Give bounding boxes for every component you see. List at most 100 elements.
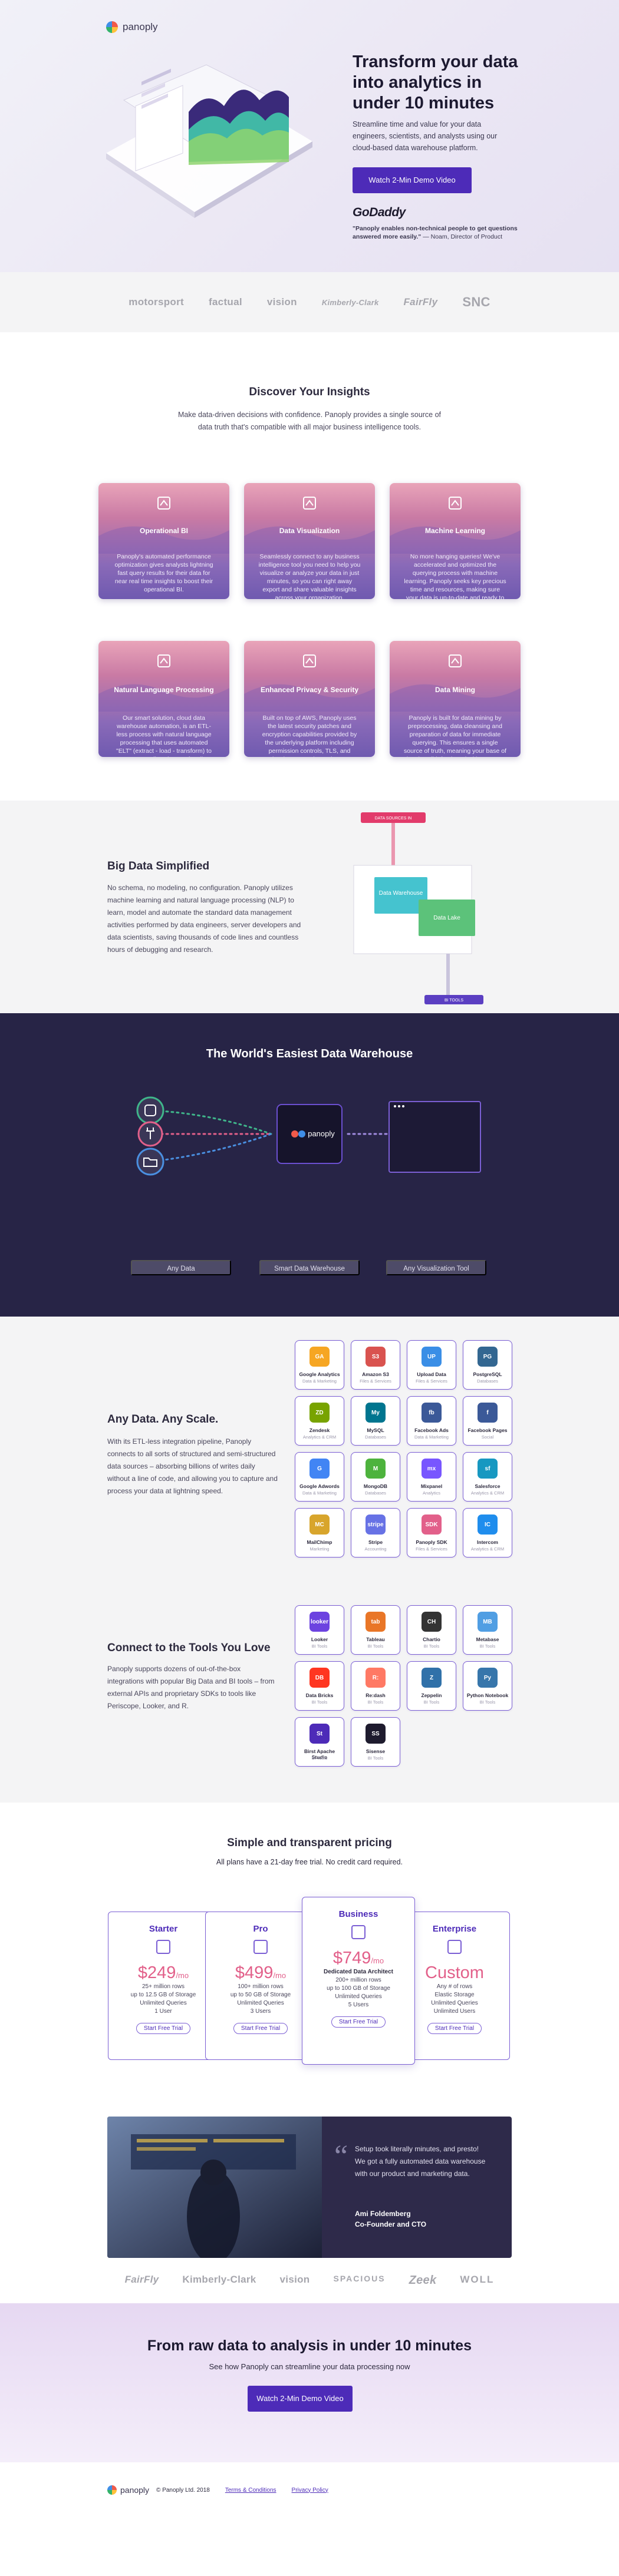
integration-logo-icon: ZD xyxy=(310,1403,330,1423)
customer-logo: FairFly xyxy=(403,296,438,307)
integration-tile[interactable]: MC MailChimp Marketing xyxy=(295,1508,344,1557)
integration-tile[interactable]: R: Re:dash BI Tools xyxy=(351,1661,400,1711)
feature-card-text: Seamlessly connect to any business intel… xyxy=(258,553,361,599)
integration-tile[interactable]: SDK Panoply SDK Files & Services xyxy=(407,1508,456,1557)
integration-tile[interactable]: My MySQL Databases xyxy=(351,1396,400,1446)
integration-logo-icon: G xyxy=(310,1459,330,1479)
integration-tile[interactable]: stripe Stripe Accounting xyxy=(351,1508,400,1557)
terms-link[interactable]: Terms & Conditions xyxy=(225,2487,276,2494)
integration-tile[interactable]: G Google Adwords Data & Marketing xyxy=(295,1452,344,1502)
start-free-trial-button[interactable]: Start Free Trial xyxy=(233,2023,288,2034)
integration-logo-icon: CH xyxy=(422,1612,442,1632)
plan-price: $249/mo xyxy=(108,1963,218,1983)
any-data-button[interactable]: Any Data xyxy=(131,1260,231,1275)
copyright: © Panoply Ltd. 2018 xyxy=(156,2486,210,2494)
integration-tile[interactable]: MB Metabase BI Tools xyxy=(463,1605,512,1655)
start-free-trial-button[interactable]: Start Free Trial xyxy=(427,2023,482,2034)
integration-tile[interactable]: tab Tableau BI Tools xyxy=(351,1605,400,1655)
integration-logo-icon: S3 xyxy=(366,1347,386,1367)
any-data-title: Any Data. Any Scale. xyxy=(107,1413,219,1426)
customer-logo: SPACIOUS xyxy=(333,2274,386,2283)
integration-category: BI Tools xyxy=(479,1644,496,1649)
watch-demo-button[interactable]: Watch 2-Min Demo Video xyxy=(353,167,472,193)
pricing-subtitle: All plans have a 21-day free trial. No c… xyxy=(216,1858,403,1866)
integration-logo-icon: PG xyxy=(478,1347,498,1367)
integration-logo-icon: fb xyxy=(422,1403,442,1423)
integration-logo-icon: f xyxy=(478,1403,498,1423)
integration-tile[interactable]: ZD Zendesk Analytics & CRM xyxy=(295,1396,344,1446)
feature-card-text: Our smart solution, cloud data warehouse… xyxy=(116,715,212,757)
integration-tile[interactable]: CH Chartio BI Tools xyxy=(407,1605,456,1655)
cubes-icon xyxy=(157,497,170,510)
integration-name: Metabase xyxy=(476,1636,499,1642)
integration-logo-icon: Z xyxy=(422,1668,442,1688)
customer-logo: WOLL xyxy=(460,2274,495,2285)
plan-price-period: /mo xyxy=(371,1956,384,1965)
integration-name: PostgreSQL xyxy=(473,1371,502,1377)
smart-warehouse-button[interactable]: Smart Data Warehouse xyxy=(259,1260,360,1275)
panoply-logo-icon xyxy=(107,2485,117,2495)
integration-tile[interactable]: S3 Amazon S3 Files & Services xyxy=(351,1340,400,1390)
integration-tile[interactable]: Py Python Notebook BI Tools xyxy=(463,1661,512,1711)
integration-tile[interactable]: PG PostgreSQL Databases xyxy=(463,1340,512,1390)
integration-logo-icon: sf xyxy=(478,1459,498,1479)
any-visualization-button[interactable]: Any Visualization Tool xyxy=(386,1260,486,1275)
customer-logo: Kimberly-Clark xyxy=(321,297,379,307)
integration-tile[interactable]: Z Zeppelin BI Tools xyxy=(407,1661,456,1711)
start-free-trial-button[interactable]: Start Free Trial xyxy=(331,2016,386,2028)
integration-tile[interactable]: DB Data Bricks BI Tools xyxy=(295,1661,344,1711)
integration-tile[interactable]: IC Intercom Analytics & CRM xyxy=(463,1508,512,1557)
plan-feature: Unlimited Users xyxy=(433,2008,476,2015)
integration-tile[interactable]: sf Salesforce Analytics & CRM xyxy=(463,1452,512,1502)
plan-feature: Unlimited Queries xyxy=(237,2000,284,2006)
bigdata-diagram: DATA SOURCES IN Data Warehouse Data Lake… xyxy=(353,812,483,1004)
integration-tile[interactable]: St Birst Apache Studio BI Tools xyxy=(295,1717,344,1767)
cta-watch-demo-button[interactable]: Watch 2-Min Demo Video xyxy=(248,2386,353,2412)
footer-logo[interactable]: panoply xyxy=(107,2485,149,2495)
feature-card: Enhanced Privacy & Security Built on top … xyxy=(244,641,375,757)
testimonial-role: Co-Founder and CTO xyxy=(355,2220,427,2228)
integration-name: MongoDB xyxy=(363,1483,388,1489)
integration-tile[interactable]: looker Looker BI Tools xyxy=(295,1605,344,1655)
integration-category: Data & Marketing xyxy=(302,1378,337,1384)
plan-icon xyxy=(156,1940,170,1954)
integration-category: BI Tools xyxy=(423,1644,440,1649)
integration-name: Mixpanel xyxy=(420,1483,443,1489)
integration-category: BI Tools xyxy=(311,1755,328,1761)
feature-card: Machine Learning No more hanging queries!… xyxy=(390,483,521,599)
integration-name: Looker xyxy=(311,1636,328,1642)
privacy-link[interactable]: Privacy Policy xyxy=(292,2487,328,2494)
integration-logo-icon: stripe xyxy=(366,1514,386,1535)
integration-category: BI Tools xyxy=(423,1699,440,1705)
integration-category: BI Tools xyxy=(367,1699,384,1705)
plan-feature: 1 User xyxy=(154,2008,172,2015)
integration-logo-icon: M xyxy=(366,1459,386,1479)
customer-logos: motorsport factual vision Kimberly-Clark… xyxy=(0,272,619,332)
card-wave xyxy=(244,684,375,712)
integration-tile[interactable]: fb Facebook Ads Data & Marketing xyxy=(407,1396,456,1446)
integration-tile[interactable]: f Facebook Pages Social xyxy=(463,1396,512,1446)
plan-feature: 25+ million rows xyxy=(142,1983,185,1990)
integration-name: Panoply SDK xyxy=(416,1539,447,1545)
integration-tile[interactable]: GA Google Analytics Data & Marketing xyxy=(295,1340,344,1390)
feature-card-title: Natural Language Processing xyxy=(114,686,214,694)
integration-logo-icon: MC xyxy=(310,1514,330,1535)
integration-tile[interactable]: M MongoDB Databases xyxy=(351,1452,400,1502)
hero-section: panoply Transform your data into analyti… xyxy=(0,0,619,272)
integration-tile[interactable]: UP Upload Data Files & Services xyxy=(407,1340,456,1390)
integration-tile[interactable]: SS Sisense BI Tools xyxy=(351,1717,400,1767)
customer-logo: SNC xyxy=(462,295,490,309)
integration-tile[interactable]: mx Mixpanel Analytics xyxy=(407,1452,456,1502)
brain-icon xyxy=(449,497,462,510)
integration-category: Analytics & CRM xyxy=(470,1546,505,1552)
integration-logo-icon: R: xyxy=(366,1668,386,1688)
tools-text: Panoply supports dozens of out-of-the-bo… xyxy=(107,1665,275,1710)
feature-card-text: Built on top of AWS, Panoply uses the la… xyxy=(262,715,357,757)
footer-brand-name: panoply xyxy=(120,2485,150,2495)
pricing-plan-starter: Starter $249/mo 25+ million rows up to 12.5… xyxy=(108,1912,219,2060)
start-free-trial-button[interactable]: Start Free Trial xyxy=(136,2023,191,2034)
brand-logo[interactable]: panoply xyxy=(106,21,158,33)
feature-card-title: Enhanced Privacy & Security xyxy=(260,686,359,694)
chart-icon xyxy=(303,497,316,510)
godaddy-logo: GoDaddy xyxy=(353,206,406,219)
